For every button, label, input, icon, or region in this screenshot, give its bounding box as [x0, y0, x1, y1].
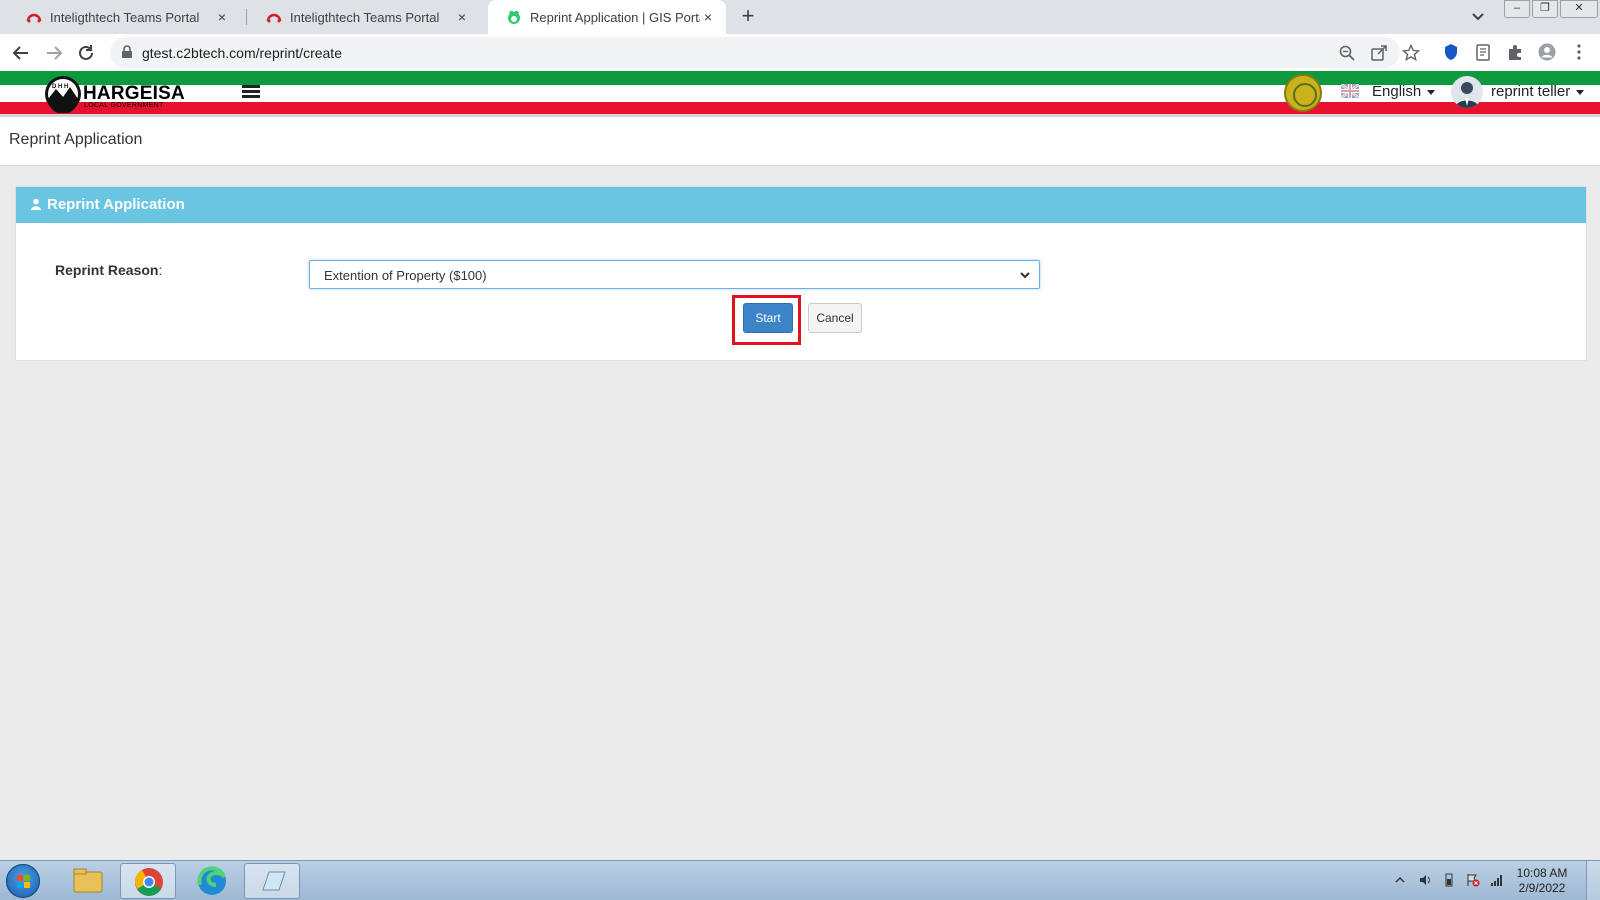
panel-heading: Reprint Application — [16, 187, 1586, 223]
tab-title: Reprint Application | GIS Portal — [530, 9, 700, 25]
back-arrow-icon[interactable] — [10, 42, 32, 64]
zoom-icon[interactable] — [1338, 44, 1356, 62]
reprint-application-panel: Reprint Application Reprint Reason: Exte… — [15, 186, 1587, 361]
close-window-button[interactable]: ✕ — [1560, 0, 1598, 18]
svg-text:D H H: D H H — [52, 84, 68, 90]
hargeisa-logo-emblem-icon[interactable]: D H H — [44, 75, 82, 113]
taskbar-notepad[interactable] — [244, 863, 300, 899]
logo-subtext: LOCAL GOVERNMENT — [84, 102, 164, 109]
folder-icon — [73, 868, 103, 893]
show-desktop-button[interactable] — [1586, 861, 1600, 900]
url-text[interactable]: gtest.c2btech.com/reprint/create — [142, 45, 342, 61]
extensions-puzzle-icon[interactable] — [1506, 43, 1524, 61]
bookmark-star-icon[interactable] — [1402, 44, 1420, 62]
caret-down-icon — [1576, 89, 1585, 95]
restore-window-button[interactable]: ❐ — [1532, 0, 1558, 18]
taskbar-file-explorer[interactable] — [60, 863, 116, 899]
close-tab-icon[interactable]: × — [454, 9, 470, 25]
notepad-icon — [262, 871, 286, 891]
new-tab-button[interactable]: + — [736, 5, 760, 29]
cancel-button[interactable]: Cancel — [808, 303, 862, 333]
volume-icon[interactable] — [1418, 873, 1432, 887]
chrome-icon — [135, 868, 163, 896]
hamburger-menu-icon[interactable] — [242, 85, 260, 99]
windows-taskbar: 10:08 AM 2/9/2022 — [0, 860, 1600, 900]
edge-icon — [197, 866, 226, 895]
tab-search-chevron-icon[interactable] — [1468, 7, 1488, 27]
clock-time: 10:08 AM — [1516, 866, 1568, 880]
language-dropdown[interactable]: English — [1372, 83, 1436, 100]
extension-shield-icon[interactable] — [1442, 43, 1460, 61]
network-error-flag-icon[interactable] — [1466, 873, 1480, 887]
uk-flag-icon — [1341, 84, 1359, 98]
system-clock[interactable]: 10:08 AM 2/9/2022 — [1512, 866, 1572, 896]
browser-tab-strip: Inteligthtech Teams Portal × Inteligthte… — [0, 0, 1600, 34]
start-button[interactable]: Start — [743, 303, 793, 333]
reload-icon[interactable] — [75, 42, 97, 64]
battery-icon[interactable] — [1442, 873, 1456, 887]
tray-expand-icon[interactable] — [1393, 873, 1407, 887]
chevron-down-icon — [1020, 272, 1030, 279]
tab-title: Inteligthtech Teams Portal — [50, 9, 200, 25]
browser-tab-1[interactable]: Inteligthtech Teams Portal × — [8, 0, 240, 34]
username-label: reprint teller — [1491, 83, 1571, 100]
minimize-window-button[interactable]: – — [1504, 0, 1530, 18]
page-title-bar: Reprint Application — [0, 117, 1600, 166]
windows-logo-icon — [17, 875, 30, 888]
forward-arrow-icon[interactable] — [43, 42, 65, 64]
user-menu-dropdown[interactable]: reprint teller — [1491, 83, 1585, 100]
header-green-stripe — [0, 71, 1600, 85]
selected-reason: Extention of Property ($100) — [324, 268, 487, 283]
language-label: English — [1372, 83, 1422, 100]
reprint-reason-label: Reprint Reason: — [55, 262, 162, 278]
teams-portal-favicon-icon — [266, 13, 282, 23]
address-bar[interactable]: gtest.c2btech.com/reprint/create — [110, 37, 1420, 68]
tab-divider — [246, 9, 247, 25]
close-tab-icon[interactable]: × — [700, 9, 716, 25]
reprint-reason-select[interactable]: Extention of Property ($100) — [309, 260, 1040, 289]
clock-date: 2/9/2022 — [1518, 881, 1566, 895]
close-tab-icon[interactable]: × — [214, 9, 230, 25]
windows-start-button[interactable] — [6, 864, 40, 898]
tab-title: Inteligthtech Teams Portal — [290, 9, 440, 25]
signal-bars-icon[interactable] — [1490, 873, 1504, 887]
label-colon: : — [158, 262, 163, 278]
gis-portal-favicon-icon — [508, 10, 520, 24]
government-seal-icon — [1284, 74, 1322, 112]
user-avatar-icon — [1455, 82, 1479, 108]
profile-icon[interactable] — [1538, 43, 1556, 61]
caret-down-icon — [1427, 89, 1436, 95]
site-header: D H H HARGEISA LOCAL GOVERNMENT English … — [0, 71, 1600, 117]
user-avatar[interactable] — [1451, 76, 1483, 108]
clipboard-extension-icon[interactable] — [1474, 43, 1492, 61]
teams-portal-favicon-icon — [26, 13, 42, 23]
menu-kebab-icon[interactable] — [1570, 43, 1588, 61]
user-icon — [31, 198, 41, 210]
reprint-reason-label-text: Reprint Reason — [55, 262, 159, 278]
page-title: Reprint Application — [9, 131, 143, 148]
browser-toolbar: gtest.c2btech.com/reprint/create — [0, 34, 1600, 71]
panel-title: Reprint Application — [47, 196, 185, 213]
header-red-stripe — [0, 102, 1600, 114]
taskbar-chrome[interactable] — [120, 863, 176, 899]
browser-tab-3[interactable]: Reprint Application | GIS Portal × — [488, 0, 726, 34]
lock-icon[interactable] — [120, 45, 134, 59]
browser-tab-2[interactable]: Inteligthtech Teams Portal × — [248, 0, 480, 34]
taskbar-edge[interactable] — [184, 863, 240, 899]
share-icon[interactable] — [1370, 44, 1388, 62]
